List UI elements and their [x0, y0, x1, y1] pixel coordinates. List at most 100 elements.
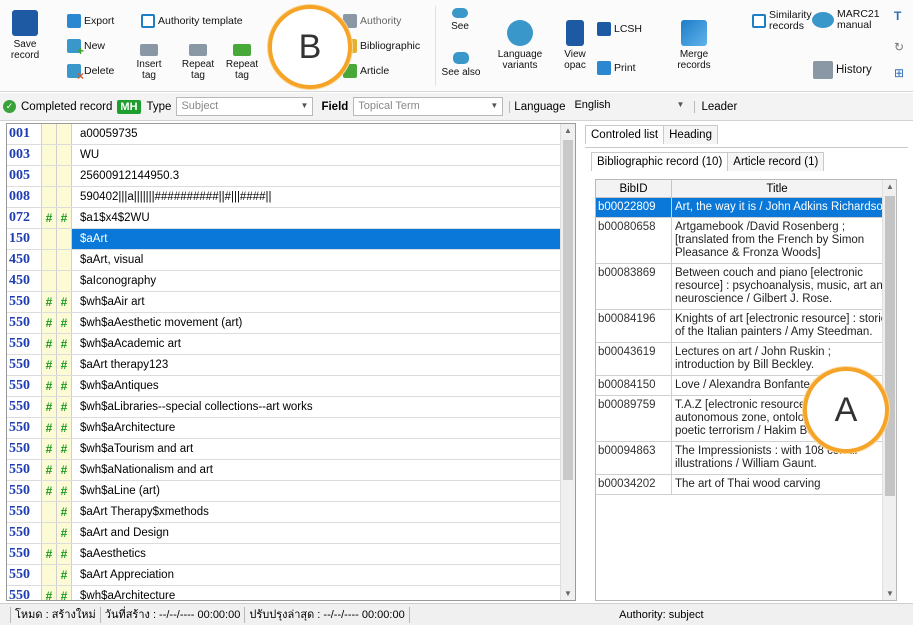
- marc-indicator-2[interactable]: #: [57, 397, 72, 417]
- marc-row[interactable]: 150 $aArt: [7, 229, 562, 250]
- marc-indicator-1[interactable]: #: [42, 481, 57, 501]
- marc-indicator-2[interactable]: #: [57, 544, 72, 564]
- lcsh-button[interactable]: LCSH: [597, 22, 642, 36]
- marc-row[interactable]: 550 # $aArt and Design: [7, 523, 562, 544]
- marc-indicator-2[interactable]: #: [57, 439, 72, 459]
- repeat-tag-button-2[interactable]: Repeat tag: [224, 44, 260, 81]
- marc-indicator-1[interactable]: [42, 187, 57, 207]
- table-row[interactable]: b00083869 Between couch and piano [electr…: [596, 264, 896, 310]
- marc-indicator-1[interactable]: #: [42, 397, 57, 417]
- print-button[interactable]: Print: [597, 61, 636, 75]
- tab-article-record[interactable]: Article record (1): [727, 152, 825, 171]
- marc-tag[interactable]: 550: [7, 334, 42, 354]
- marc21-manual-button[interactable]: MARC21 manual: [812, 9, 880, 31]
- see-button[interactable]: See: [445, 8, 475, 32]
- marc-tag[interactable]: 550: [7, 460, 42, 480]
- merge-records-button[interactable]: Merge records: [672, 20, 716, 71]
- marc-data[interactable]: $wh$aLibraries--special collections--art…: [72, 397, 562, 417]
- leader-label[interactable]: Leader: [694, 100, 737, 113]
- marc-data[interactable]: $aArt: [72, 229, 562, 249]
- marc-indicator-2[interactable]: #: [57, 565, 72, 585]
- marc-data[interactable]: $wh$aArchitecture: [72, 418, 562, 438]
- scroll-down-icon[interactable]: ▼: [564, 589, 572, 598]
- marc-tag[interactable]: 550: [7, 481, 42, 501]
- marc-indicator-1[interactable]: #: [42, 586, 57, 600]
- marc-data[interactable]: $wh$aAir art: [72, 292, 562, 312]
- marc-indicator-2[interactable]: [57, 187, 72, 207]
- view-opac-button[interactable]: View opac: [558, 20, 592, 71]
- marc-indicator-1[interactable]: [42, 502, 57, 522]
- tab-heading[interactable]: Heading: [663, 125, 718, 144]
- marc-indicator-2[interactable]: #: [57, 334, 72, 354]
- language-variants-button[interactable]: Language variants: [493, 20, 547, 71]
- marc-indicator-1[interactable]: #: [42, 208, 57, 228]
- scroll-down-icon[interactable]: ▼: [886, 589, 894, 598]
- marc-tag[interactable]: 003: [7, 145, 42, 165]
- marc-tag[interactable]: 550: [7, 502, 42, 522]
- marc-indicator-2[interactable]: #: [57, 376, 72, 396]
- marc-data[interactable]: $wh$aArchitecture: [72, 586, 562, 600]
- marc-tag[interactable]: 005: [7, 166, 42, 186]
- marc-data[interactable]: $wh$aAcademic art: [72, 334, 562, 354]
- marc-row[interactable]: 550 # # $wh$aArchitecture: [7, 586, 562, 600]
- marc-indicator-1[interactable]: #: [42, 334, 57, 354]
- marc-row[interactable]: 001 a00059735: [7, 124, 562, 145]
- text-icon[interactable]: T: [894, 9, 901, 23]
- marc-indicator-2[interactable]: [57, 124, 72, 144]
- marc-tag[interactable]: 550: [7, 565, 42, 585]
- scroll-up-icon[interactable]: ▲: [886, 182, 894, 191]
- marc-indicator-1[interactable]: #: [42, 292, 57, 312]
- marc-row[interactable]: 450 $aIconography: [7, 271, 562, 292]
- marc-indicator-2[interactable]: #: [57, 313, 72, 333]
- marc-row[interactable]: 450 $aArt, visual: [7, 250, 562, 271]
- marc-row[interactable]: 005 25600912144950.3: [7, 166, 562, 187]
- marc-indicator-2[interactable]: #: [57, 523, 72, 543]
- similarity-records-button[interactable]: Similarity records: [752, 10, 812, 32]
- marc-data[interactable]: $wh$aTourism and art: [72, 439, 562, 459]
- marc-indicator-2[interactable]: #: [57, 586, 72, 600]
- marc-row[interactable]: 550 # # $aAesthetics: [7, 544, 562, 565]
- marc-tag[interactable]: 550: [7, 292, 42, 312]
- article-link-button[interactable]: Article: [343, 64, 389, 78]
- marc-row[interactable]: 550 # $aArt Appreciation: [7, 565, 562, 586]
- marc-tag[interactable]: 550: [7, 313, 42, 333]
- marc-row[interactable]: 550 # # $wh$aAir art: [7, 292, 562, 313]
- marc-indicator-1[interactable]: [42, 229, 57, 249]
- marc-indicator-1[interactable]: #: [42, 544, 57, 564]
- marc-tag[interactable]: 550: [7, 418, 42, 438]
- marc-indicator-2[interactable]: #: [57, 502, 72, 522]
- marc-data[interactable]: $aArt Appreciation: [72, 565, 562, 585]
- marc-data[interactable]: $wh$aAesthetic movement (art): [72, 313, 562, 333]
- table-row[interactable]: b00080658 Artgamebook /David Rosenberg ; …: [596, 218, 896, 264]
- marc-row[interactable]: 550 # # $wh$aTourism and art: [7, 439, 562, 460]
- marc-indicator-1[interactable]: #: [42, 460, 57, 480]
- marc-indicator-1[interactable]: [42, 565, 57, 585]
- marc-tag[interactable]: 550: [7, 439, 42, 459]
- language-select[interactable]: English ▼: [570, 97, 688, 116]
- marc-indicator-2[interactable]: #: [57, 355, 72, 375]
- marc-indicator-2[interactable]: [57, 229, 72, 249]
- marc-row[interactable]: 550 # # $wh$aLibraries--special collections…: [7, 397, 562, 418]
- col-title-header[interactable]: Title: [672, 180, 882, 197]
- marc-indicator-1[interactable]: [42, 124, 57, 144]
- marc-indicator-1[interactable]: #: [42, 376, 57, 396]
- marc-row[interactable]: 550 # # $wh$aLine (art): [7, 481, 562, 502]
- bib-scroll-thumb[interactable]: [885, 196, 895, 496]
- grid-icon[interactable]: ⊞: [894, 66, 904, 80]
- tool-icon[interactable]: ↻: [894, 40, 904, 54]
- marc-indicator-2[interactable]: #: [57, 481, 72, 501]
- marc-data[interactable]: $wh$aLine (art): [72, 481, 562, 501]
- new-button[interactable]: New: [67, 39, 105, 58]
- marc-indicator-2[interactable]: [57, 166, 72, 186]
- marc-tag[interactable]: 550: [7, 586, 42, 600]
- marc-row[interactable]: 550 # # $wh$aAesthetic movement (art): [7, 313, 562, 334]
- marc-indicator-1[interactable]: #: [42, 313, 57, 333]
- marc-indicator-1[interactable]: #: [42, 418, 57, 438]
- marc-data[interactable]: a00059735: [72, 124, 562, 144]
- marc-indicator-1[interactable]: [42, 523, 57, 543]
- marc-indicator-2[interactable]: [57, 145, 72, 165]
- type-select[interactable]: Subject ▼: [176, 97, 314, 116]
- marc-indicator-2[interactable]: #: [57, 292, 72, 312]
- marc-row[interactable]: 550 # # $wh$aAcademic art: [7, 334, 562, 355]
- marc-indicator-2[interactable]: [57, 250, 72, 270]
